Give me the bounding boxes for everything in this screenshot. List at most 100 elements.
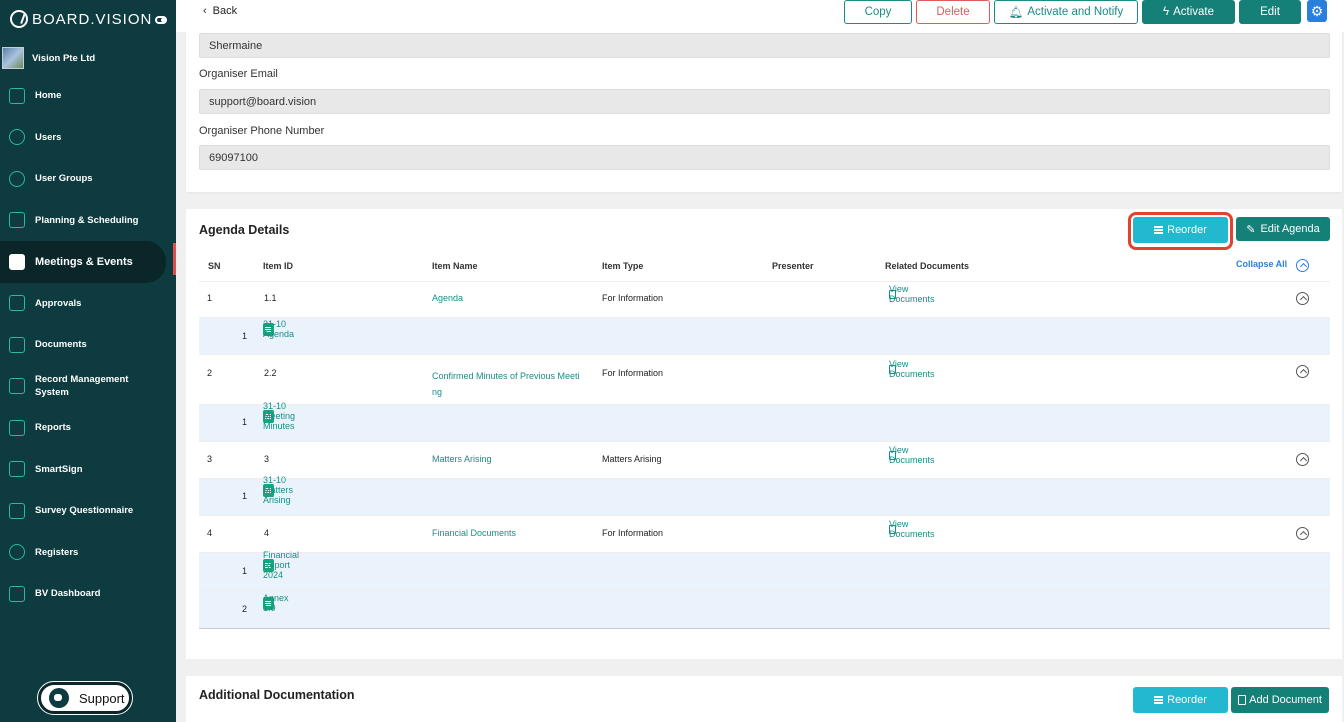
sidebar-item-survey[interactable]: Survey Questionnaire [0,490,176,532]
organiser-phone-field[interactable]: 69097100 [199,145,1330,170]
sidebar-item-users[interactable]: Users [0,117,176,159]
report-icon [9,419,25,436]
chevron-left-icon: ‹ [203,5,207,17]
row-item-type: For Information [602,528,664,538]
sidebar-item-label: Planning & Scheduling [35,214,139,226]
chart-icon [9,212,25,229]
gear-icon[interactable]: ⚙ [1307,0,1327,22]
additional-title: Additional Documentation [199,688,355,702]
sidebar-item-smartsign[interactable]: SmartSign [0,449,176,491]
table-row[interactable]: 4 4 Financial Documents For Information … [199,516,1330,553]
table-row[interactable]: 1 1.1 Agenda For Information View Docume… [199,282,1330,318]
sub-document-row[interactable]: 1 31-10 Agenda [199,318,1330,355]
collapse-all-link[interactable]: Collapse All [1236,259,1287,269]
chevron-up-icon[interactable] [1296,527,1309,540]
records-icon [9,378,25,395]
sidebar-item-user-groups[interactable]: User Groups [0,158,176,200]
reorder-documents-button[interactable]: Reorder [1133,687,1228,713]
sidebar-item-label: SmartSign [35,463,83,475]
document-icon [9,295,25,312]
row-item-name[interactable]: Agenda [432,293,463,303]
row-item-id: 4 [264,528,270,538]
logo[interactable]: BOARD.VISION [10,10,152,28]
logo-icon [10,10,28,28]
reorder-label: Reorder [1167,224,1207,236]
delete-button[interactable]: Delete [916,0,990,24]
organiser-section: Shermaine Organiser Email support@board.… [186,32,1342,192]
sub-document-row[interactable]: 2 Annex 1.0 [199,591,1330,629]
sidebar-item-dashboard[interactable]: BV Dashboard [0,573,176,615]
copy-button[interactable]: Copy [844,0,912,24]
sidebar-item-planning[interactable]: Planning & Scheduling [0,200,176,242]
view-documents-label: View Documents [889,445,935,465]
table-row[interactable]: 3 3 Matters Arising Matters Arising View… [199,442,1330,479]
row-item-name[interactable]: Financial Documents [432,528,516,538]
view-documents-label: View Documents [889,519,935,539]
user-group-icon [9,170,25,187]
doc-index: 1 [242,331,248,341]
row-item-type: For Information [602,368,664,378]
sub-document-row[interactable]: 1 31-10 Meeting Minutes [199,401,1330,442]
activate-notify-label: Activate and Notify [1027,6,1124,18]
user-icon [9,129,25,146]
back-link[interactable]: ‹ Back [203,5,237,17]
column-header: Item ID [263,261,294,271]
activate-button[interactable]: ϟ Activate [1142,0,1235,24]
doc-index: 1 [242,417,248,427]
pencil-icon: ✎ [1246,223,1256,236]
table-row[interactable]: 2 2.2 Confirmed Minutes of Previous Meet… [199,355,1330,405]
sidebar-item-registers[interactable]: Registers [0,532,176,574]
sidebar-item-reports[interactable]: Reports [0,407,176,449]
row-item-type: Matters Arising [602,454,662,464]
organiser-email-label: Organiser Email [199,68,278,80]
list-icon [1154,696,1164,704]
reorder-button[interactable]: Reorder [1133,217,1228,243]
column-header: Item Name [432,261,478,271]
row-item-name[interactable]: Confirmed Minutes of Previous Meeti ng [432,368,592,400]
registered-icon [9,544,25,561]
sidebar-item-label: Registers [35,546,79,558]
chevron-up-icon[interactable] [1296,292,1309,305]
sidebar-item-approvals[interactable]: Approvals [0,283,176,325]
org-switcher[interactable]: Vision Pte Ltd [2,47,95,69]
edit-agenda-button[interactable]: ✎ Edit Agenda [1236,217,1330,241]
chevron-up-icon[interactable] [1296,453,1309,466]
sub-document-row[interactable]: 1 Financial Report 2024 [199,550,1330,591]
row-item-type: For Information [602,293,664,303]
row-item-id: 3 [264,454,270,464]
sidebar-item-label: Documents [35,339,87,351]
list-icon [1154,226,1164,234]
document-name: 31-10 Agenda [263,319,295,339]
chevron-up-icon[interactable] [1296,365,1309,378]
sub-document-row[interactable]: 1 31-10 Matters Arising [199,475,1330,516]
home-icon [9,87,25,104]
additional-documentation-section: Additional Documentation Reorder Add Doc… [186,676,1342,722]
sidebar: BOARD.VISION Vision Pte Ltd Home Users U… [0,0,176,722]
sidebar-item-label: User Groups [35,173,93,185]
sidebar-toggle-icon[interactable] [155,16,167,24]
dashboard-icon [9,585,25,602]
edit-agenda-label: Edit Agenda [1260,223,1320,235]
support-button[interactable]: Support [37,681,133,715]
doc-index: 2 [242,604,248,614]
calendar-icon [9,253,25,270]
bolt-icon: ϟ [1162,6,1170,18]
documents-icon [9,336,25,353]
signature-icon [9,461,25,478]
sidebar-item-label: Survey Questionnaire [35,505,134,517]
sidebar-item-meetings[interactable]: Meetings & Events [0,241,166,283]
organiser-name-field[interactable]: Shermaine [199,33,1330,58]
agenda-title: Agenda Details [199,223,290,237]
add-document-button[interactable]: Add Document [1231,687,1329,713]
sidebar-item-home[interactable]: Home [0,75,176,117]
organiser-email-field[interactable]: support@board.vision [199,89,1330,114]
row-item-name[interactable]: Matters Arising [432,454,492,464]
row-sn: 2 [207,368,213,378]
org-name: Vision Pte Ltd [32,52,96,64]
chevron-up-icon[interactable] [1296,259,1309,272]
back-label: Back [212,5,238,17]
edit-button[interactable]: Edit [1239,0,1301,24]
activate-notify-button[interactable]: 🔔︎ Activate and Notify [994,0,1138,24]
sidebar-item-records[interactable]: Record Management System [0,366,176,408]
sidebar-item-documents[interactable]: Documents [0,324,176,366]
